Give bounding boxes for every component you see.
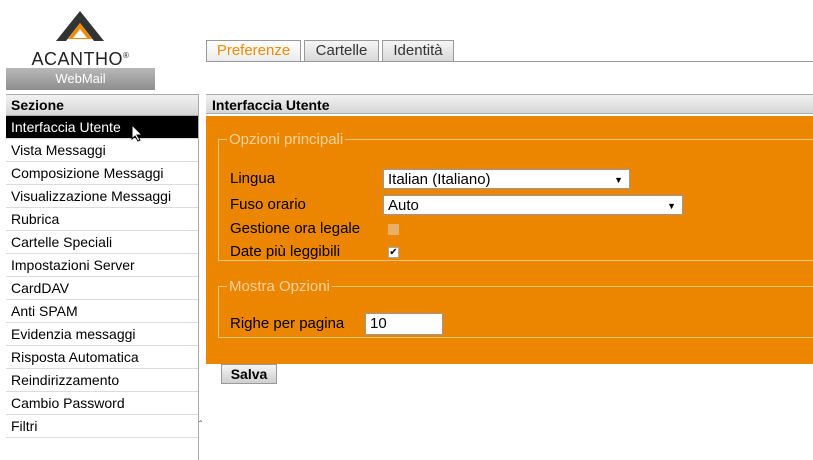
- sidebar-item-interfaccia-utente[interactable]: Interfaccia Utente: [6, 116, 198, 139]
- pretty-dates-label: Date più leggibili: [230, 243, 341, 260]
- save-button[interactable]: Salva: [221, 364, 277, 384]
- logo-name: ACANTHO: [31, 49, 124, 69]
- timezone-label: Fuso orario: [230, 196, 306, 213]
- sidebar-item-visualizzazione-messaggi[interactable]: Visualizzazione Messaggi: [6, 185, 198, 208]
- sidebar-item-evidenzia-messaggi[interactable]: Evidenzia messaggi: [6, 323, 198, 346]
- timezone-select-value: Auto: [388, 197, 419, 214]
- sidebar-item-cartelle-speciali[interactable]: Cartelle Speciali: [6, 231, 198, 254]
- checkmark-icon: ✔: [389, 247, 398, 258]
- tab-underline: [206, 61, 813, 62]
- dst-checkbox: [388, 224, 399, 235]
- tab-cartelle[interactable]: Cartelle: [304, 40, 379, 61]
- sidebar-item-vista-messaggi[interactable]: Vista Messaggi: [6, 139, 198, 162]
- main-options-group: Opzioni principali Lingua Italian (Itali…: [218, 131, 813, 261]
- triangle-down-icon: ▼: [667, 201, 676, 211]
- logo-product-bar: WebMail: [6, 68, 155, 90]
- display-options-legend: Mostra Opzioni: [229, 278, 330, 295]
- sidebar-item-risposta-automatica[interactable]: Risposta Automatica: [6, 346, 198, 369]
- page-title: Interfaccia Utente: [206, 94, 813, 114]
- mouse-pointer-icon: [131, 124, 143, 142]
- section-sidebar: Sezione Interfaccia Utente Vista Messagg…: [6, 94, 199, 460]
- pretty-dates-checkbox[interactable]: ✔: [388, 247, 399, 258]
- rows-per-page-label: Righe per pagina: [230, 315, 345, 332]
- sidebar-item-cambio-password[interactable]: Cambio Password: [6, 392, 198, 415]
- sidebar-title: Sezione: [6, 94, 198, 116]
- sidebar-item-impostazioni-server[interactable]: Impostazioni Server: [6, 254, 198, 277]
- sidebar-item-rubrica[interactable]: Rubrica: [6, 208, 198, 231]
- preferences-panel: Opzioni principali Lingua Italian (Itali…: [206, 116, 813, 364]
- splitter-caret-up-icon[interactable]: ˆ: [199, 420, 202, 431]
- logo-registered-mark: ®: [123, 51, 130, 60]
- main-options-legend: Opzioni principali: [229, 131, 344, 148]
- acantho-logo-mark-icon: [56, 11, 104, 41]
- language-label: Lingua: [230, 170, 276, 187]
- rows-per-page-value: 10: [370, 315, 387, 332]
- sidebar-item-filtri[interactable]: Filtri: [6, 415, 198, 438]
- tab-identita[interactable]: Identità: [382, 40, 454, 61]
- sidebar-item-reindirizzamento[interactable]: Reindirizzamento: [6, 369, 198, 392]
- sidebar-item-carddav[interactable]: CardDAV: [6, 277, 198, 300]
- logo-wordmark: ACANTHO®: [6, 49, 155, 70]
- logo-product-name: WebMail: [55, 71, 106, 86]
- tab-preferenze[interactable]: Preferenze: [206, 40, 301, 61]
- timezone-select[interactable]: Auto ▼: [383, 195, 683, 215]
- sidebar-item-anti-spam[interactable]: Anti SPAM: [6, 300, 198, 323]
- acantho-logo: ACANTHO® WebMail: [6, 6, 155, 90]
- rows-per-page-input[interactable]: 10: [365, 313, 443, 335]
- language-select-value: Italian (Italiano): [388, 171, 491, 188]
- language-select[interactable]: Italian (Italiano) ▼: [383, 169, 630, 189]
- sidebar-item-composizione-messaggi[interactable]: Composizione Messaggi: [6, 162, 198, 185]
- triangle-down-icon: ▼: [614, 175, 623, 185]
- display-options-group: Mostra Opzioni Righe per pagina 10: [218, 278, 813, 338]
- dst-label: Gestione ora legale: [230, 220, 361, 237]
